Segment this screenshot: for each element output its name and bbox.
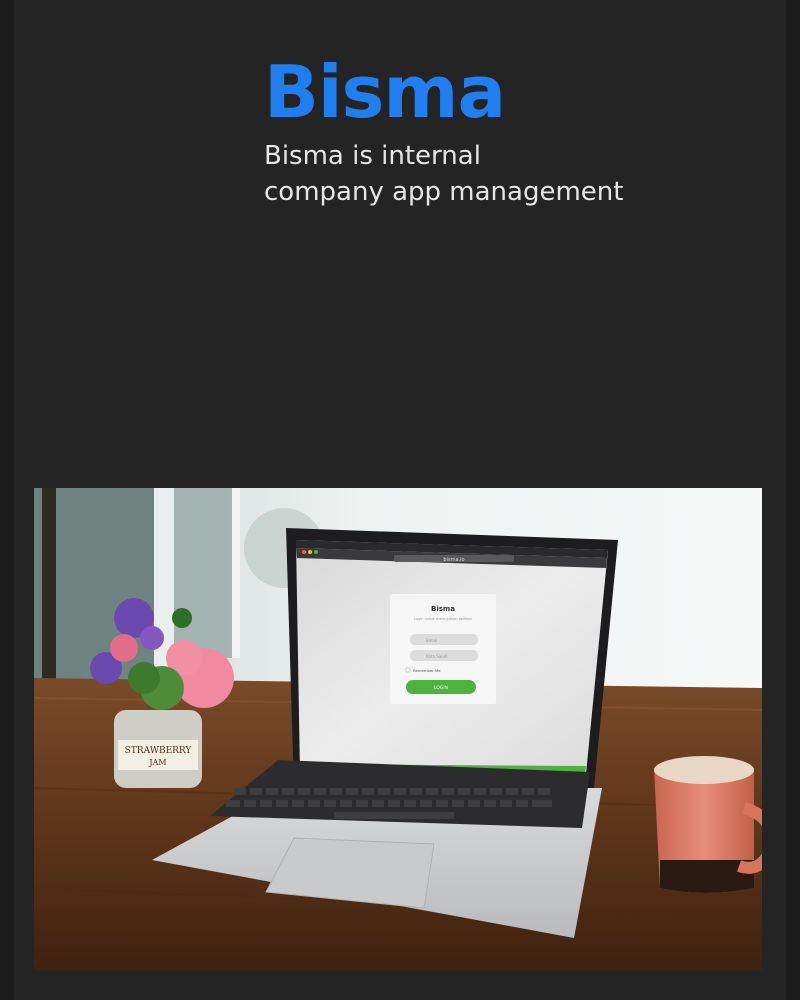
- coffee-surface: [654, 756, 754, 784]
- window-minimize-icon: [308, 550, 312, 554]
- window-close-icon: [302, 550, 306, 554]
- email-field[interactable]: [410, 634, 478, 645]
- window-frame-mid: [174, 488, 232, 658]
- window-zoom-icon: [314, 550, 318, 554]
- hero-section: Bisma Bisma is internal company app mana…: [264, 56, 623, 210]
- login-button-label: LOGIN: [434, 685, 448, 691]
- login-title: Bisma: [431, 605, 455, 613]
- tagline-line-1: Bisma is internal: [264, 141, 481, 171]
- jar-label-line-2: JAM: [148, 758, 166, 767]
- brand-logo: Bisma: [264, 50, 506, 134]
- login-subtitle: Login untuk melanjutkan aplikasi: [414, 617, 472, 621]
- tagline-line-2: company app management: [264, 177, 624, 207]
- email-placeholder: Email: [426, 638, 437, 643]
- frame-edge-left: [0, 0, 14, 1000]
- window-post: [232, 488, 240, 658]
- jar-label-line-1: STRAWBERRY: [125, 746, 193, 756]
- tagline: Bisma is internal company app management: [264, 138, 623, 210]
- remember-checkbox[interactable]: [405, 667, 411, 673]
- frame-edge-right: [786, 0, 800, 1000]
- browser-url: bisma.io: [443, 557, 464, 563]
- remember-label: Remember Me: [413, 668, 441, 673]
- password-placeholder: Kata Sandi: [426, 654, 447, 659]
- laptop-mockup-photo: bisma.io Bisma Login untuk melanjutkan a…: [34, 488, 762, 970]
